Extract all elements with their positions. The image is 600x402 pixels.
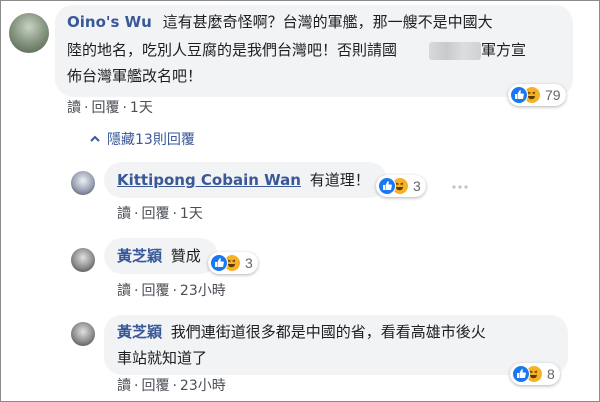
- comment-text-line: 車站就知道了: [117, 349, 208, 367]
- avatar[interactable]: [71, 322, 95, 346]
- reply-link[interactable]: 回覆: [141, 378, 169, 394]
- comment-text: 黃芝穎 我們連街道很多都是中國的省，看看高雄市後火: [117, 321, 486, 343]
- separator: ·: [134, 378, 139, 394]
- separator: ·: [172, 206, 177, 222]
- comment-text: Kittipong Cobain Wan 有道理！: [117, 169, 370, 191]
- redaction-blur: [429, 41, 481, 60]
- comment-actions: 讀 · 回覆 · 1天: [67, 97, 153, 117]
- avatar[interactable]: [71, 248, 95, 272]
- hidden-replies-label[interactable]: 隱藏13則回覆: [107, 129, 195, 149]
- like-icon: [510, 86, 528, 104]
- comment-actions: 讀 · 回覆 · 23小時: [117, 375, 226, 395]
- reply-link[interactable]: 回覆: [141, 206, 169, 222]
- comment-text: Oino's Wu 這有甚麼奇怪啊？台灣的軍艦，那一艘不是中國大: [67, 11, 493, 33]
- read-link[interactable]: 讀: [67, 100, 81, 116]
- comment-thread: Oino's Wu 這有甚麼奇怪啊？台灣的軍艦，那一艘不是中國大 陸的地名，吃別…: [0, 0, 600, 402]
- timestamp[interactable]: 1天: [180, 206, 203, 222]
- comment-body: 有道理！: [309, 171, 370, 189]
- comment-text-line: 這有甚麼奇怪啊？台灣的軍艦，那一艘不是中國大: [162, 13, 493, 31]
- reply-link[interactable]: 回覆: [141, 283, 169, 299]
- reaction-count: 3: [413, 178, 421, 194]
- read-link[interactable]: 讀: [117, 206, 131, 222]
- chevron-up-icon: [90, 135, 100, 142]
- separator: ·: [172, 283, 177, 299]
- comment-actions: 讀 · 回覆 · 1天: [117, 203, 203, 223]
- comment-author[interactable]: 黃芝穎: [117, 247, 162, 265]
- comment-text-redacted: 軍方宣: [429, 39, 526, 61]
- ellipsis-icon[interactable]: [452, 175, 468, 194]
- timestamp[interactable]: 23小時: [180, 283, 226, 299]
- read-link[interactable]: 讀: [117, 378, 131, 394]
- comment-text-line: 佈台灣軍艦改名吧！: [67, 67, 203, 85]
- avatar[interactable]: [9, 13, 49, 53]
- like-icon: [512, 365, 530, 383]
- separator: ·: [84, 100, 89, 116]
- like-icon: [210, 254, 228, 272]
- comment-author[interactable]: 黃芝穎: [117, 323, 162, 341]
- reaction-count: 79: [545, 87, 561, 103]
- comment-actions: 讀 · 回覆 · 23小時: [117, 280, 226, 300]
- comment-text-line: 陸的地名，吃別人豆腐的是我們台灣吧！否則請國: [67, 41, 398, 59]
- reaction-count: 8: [547, 366, 555, 382]
- comment-text: 黃芝穎 贊成: [117, 245, 201, 267]
- hidden-replies-toggle[interactable]: 隱藏13則回覆: [89, 129, 195, 149]
- avatar[interactable]: [71, 171, 95, 195]
- comment-author[interactable]: Kittipong Cobain Wan: [117, 171, 301, 189]
- separator: ·: [134, 283, 139, 299]
- timestamp[interactable]: 23小時: [180, 378, 226, 394]
- separator: ·: [172, 378, 177, 394]
- reaction-summary[interactable]: 3: [376, 175, 426, 197]
- reply-link[interactable]: 回覆: [91, 100, 119, 116]
- comment-author[interactable]: Oino's Wu: [67, 13, 152, 31]
- comment-body: 贊成: [170, 247, 201, 265]
- read-link[interactable]: 讀: [117, 283, 131, 299]
- reaction-count: 3: [245, 255, 253, 271]
- separator: ·: [122, 100, 127, 116]
- timestamp[interactable]: 1天: [130, 100, 153, 116]
- comment-text-line: 我們連街道很多都是中國的省，看看高雄市後火: [170, 323, 486, 341]
- reaction-summary[interactable]: 8: [510, 363, 560, 385]
- separator: ·: [134, 206, 139, 222]
- reaction-summary[interactable]: 79: [508, 84, 566, 106]
- comment-text-line: 軍方宣: [481, 41, 527, 59]
- like-icon: [378, 177, 396, 195]
- reaction-summary[interactable]: 3: [208, 252, 258, 274]
